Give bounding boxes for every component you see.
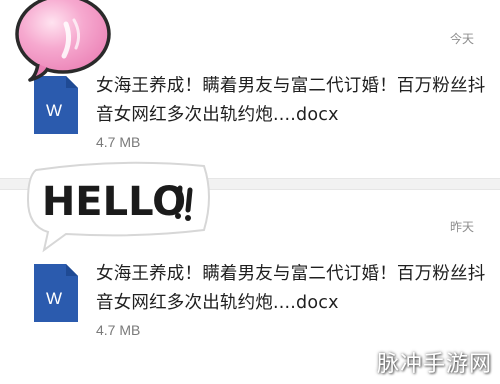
word-document-icon: W [34,264,78,322]
word-icon-letter: W [46,101,62,120]
message-timestamp: 昨天 [449,220,474,234]
file-name: 女海王养成！瞒着男友与富二代订婚！百万粉丝抖音女网红多次出轨约炮....docx [96,264,486,313]
file-name: 女海王养成！瞒着男友与富二代订婚！百万粉丝抖音女网红多次出轨约炮....docx [96,76,486,125]
file-size: 4.7 MB [96,134,141,150]
file-attachment-card[interactable]: W 女海王养成！瞒着男友与富二代订婚！百万粉丝抖音女网红多次出轨约炮....do… [32,72,492,160]
hello-sticker-text: HELLO [42,179,186,225]
file-attachment-card[interactable]: W 女海王养成！瞒着男友与富二代订婚！百万粉丝抖音女网红多次出轨约炮....do… [32,260,492,348]
word-icon-letter: W [46,289,62,308]
hello-sticker-icon: HELLO [26,161,210,253]
pink-balloon-icon [15,0,111,82]
watermark-text: 脉冲手游网 [376,352,492,377]
file-size: 4.7 MB [96,322,141,338]
message-timestamp: 今天 [449,32,474,46]
